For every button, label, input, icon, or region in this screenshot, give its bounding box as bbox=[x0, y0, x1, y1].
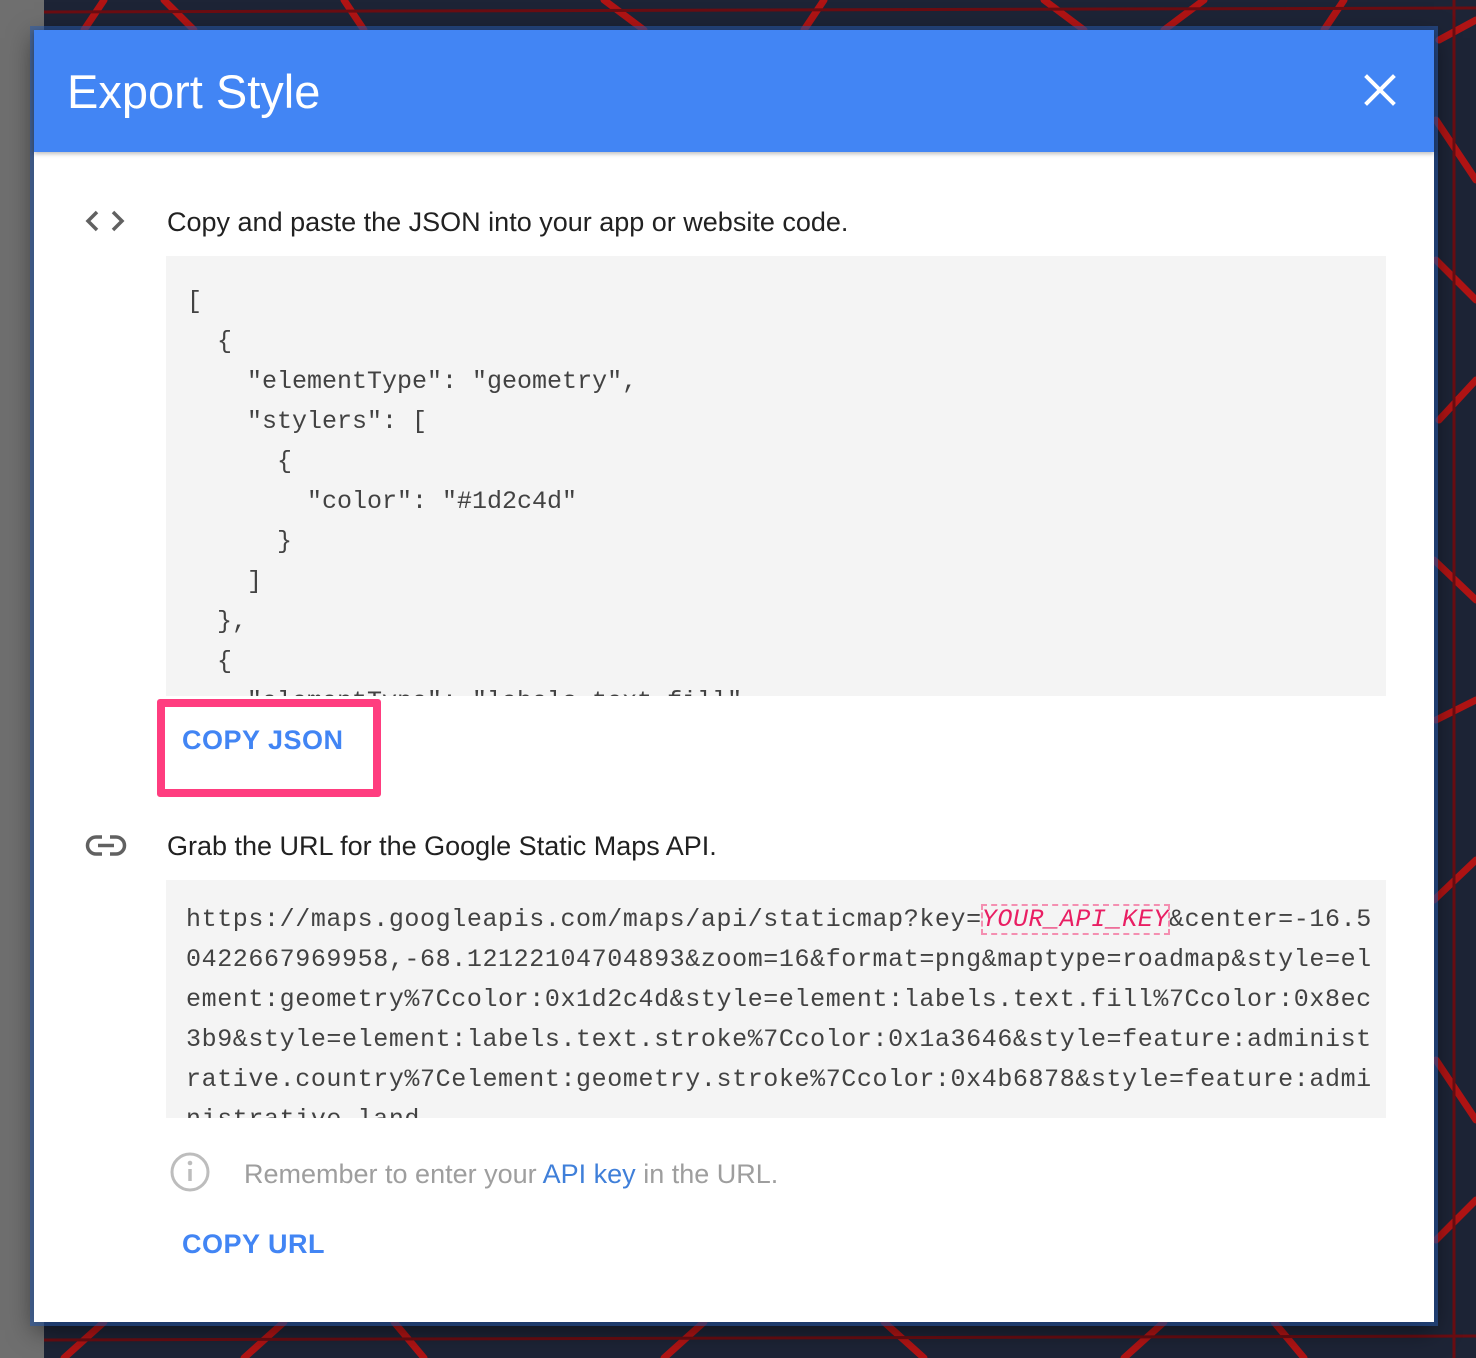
export-style-dialog: Export Style Copy and paste the JSON int… bbox=[34, 30, 1434, 1322]
api-key-reminder: Remember to enter your API key in the UR… bbox=[244, 1158, 778, 1190]
api-key-placeholder[interactable]: YOUR_API_KEY bbox=[980, 904, 1170, 935]
api-key-link[interactable]: API key bbox=[543, 1159, 636, 1189]
url-section-heading: Grab the URL for the Google Static Maps … bbox=[167, 831, 717, 861]
info-row bbox=[168, 1150, 212, 1198]
json-code: [ { "elementType": "geometry", "stylers"… bbox=[187, 287, 757, 696]
static-map-url: https://maps.googleapis.com/maps/api/sta… bbox=[186, 900, 1376, 1118]
url-code-box[interactable]: https://maps.googleapis.com/maps/api/sta… bbox=[166, 880, 1386, 1118]
json-section-heading: Copy and paste the JSON into your app or… bbox=[167, 207, 849, 237]
info-icon bbox=[170, 1152, 210, 1192]
url-suffix: &center=-16.50422667969958,-68.121221047… bbox=[186, 905, 1372, 1118]
link-icon bbox=[84, 830, 128, 862]
code-icon bbox=[84, 206, 128, 238]
dialog-title: Export Style bbox=[67, 65, 321, 118]
url-prefix: https://maps.googleapis.com/maps/api/sta… bbox=[186, 905, 982, 934]
copy-json-button[interactable]: COPY JSON bbox=[182, 724, 344, 756]
copy-url-button[interactable]: COPY URL bbox=[182, 1228, 325, 1260]
info-text-after: in the URL. bbox=[635, 1159, 779, 1189]
info-text-before: Remember to enter your bbox=[244, 1159, 543, 1189]
dialog-header: Export Style bbox=[34, 30, 1434, 152]
close-icon bbox=[1364, 74, 1396, 106]
close-button[interactable] bbox=[1356, 66, 1404, 114]
json-code-box[interactable]: [ { "elementType": "geometry", "stylers"… bbox=[166, 256, 1386, 696]
